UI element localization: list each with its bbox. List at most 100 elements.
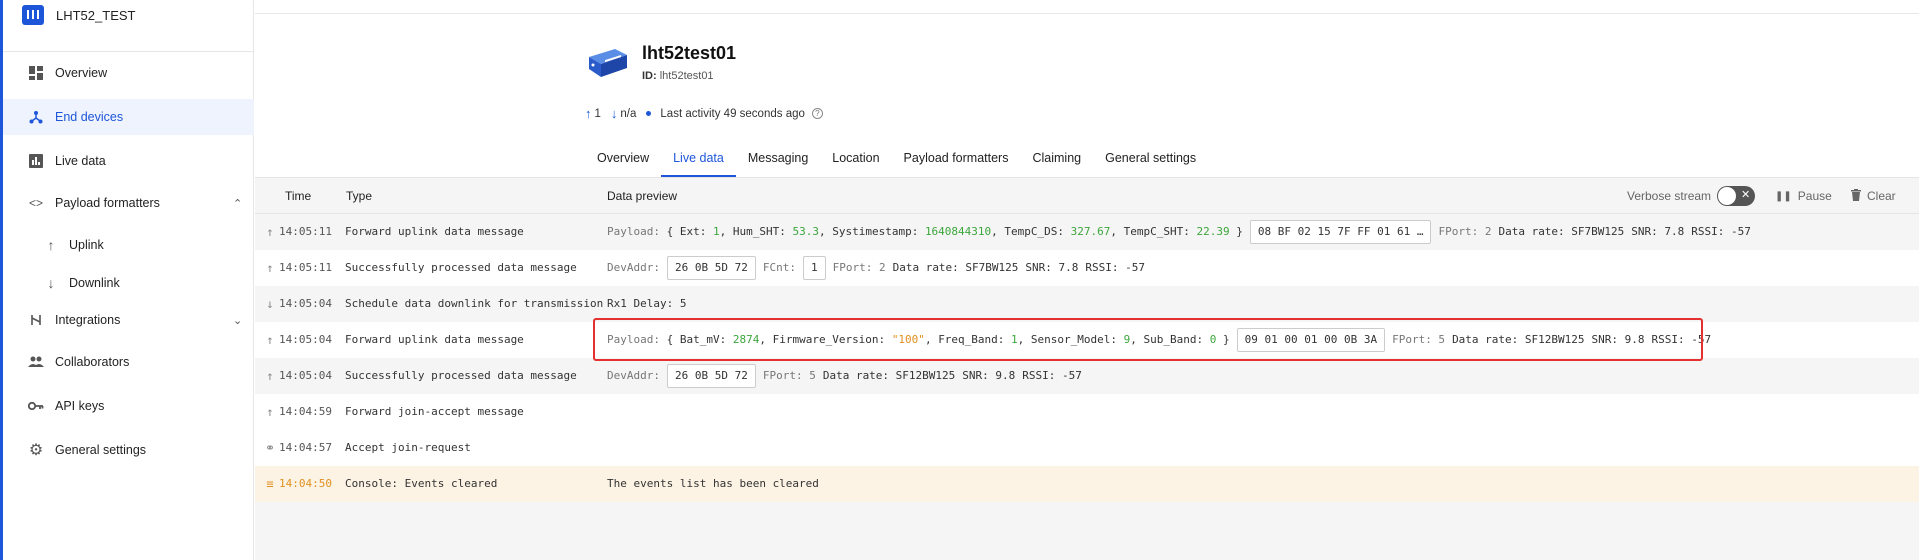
table-row[interactable]: ↓ 14:05:04 Schedule data downlink for tr… xyxy=(255,286,1919,322)
data-rate: Data rate: SF12BW125 xyxy=(1452,333,1585,346)
brace-open: { xyxy=(666,333,674,346)
snr: SNR: 9.8 xyxy=(1591,333,1645,346)
payload-bytes[interactable]: 08 BF 02 15 7F FF 01 61 … xyxy=(1249,220,1432,244)
device-id: ID: lht52test01 xyxy=(642,70,714,82)
fport: FPort: 2 xyxy=(1438,225,1492,238)
payload-bytes[interactable]: 09 01 00 01 00 0B 3A xyxy=(1236,328,1386,352)
field-value: 2874 xyxy=(732,333,760,346)
event-time: 14:04:57 xyxy=(279,441,332,454)
arrow-up-icon: ↑ xyxy=(47,237,55,253)
arrow-up-icon: ↑ xyxy=(266,369,274,383)
table-header: Time Type Data preview Verbose stream ✕ … xyxy=(255,178,1919,214)
table-row[interactable]: ↑ 14:05:11 Successfully processed data m… xyxy=(255,250,1919,286)
last-activity-text: Last activity 49 seconds ago xyxy=(660,107,805,120)
integrations-icon xyxy=(28,312,44,328)
arrow-up-icon: ↑ xyxy=(266,333,274,347)
live-data-table: Time Type Data preview Verbose stream ✕ … xyxy=(255,178,1919,560)
fcnt-label: FCnt: xyxy=(762,261,796,274)
verbose-stream-label: Verbose stream xyxy=(1627,189,1712,203)
help-icon[interactable]: ? xyxy=(811,108,823,119)
device-name: lht52test01 xyxy=(642,43,737,63)
field-key: Bat_mV: xyxy=(679,333,727,346)
data-rate: Data rate: SF12BW125 xyxy=(822,369,956,382)
tab-overview[interactable]: Overview xyxy=(585,141,661,177)
devaddr-value[interactable]: 26 0B 5D 72 xyxy=(666,364,756,388)
tab-live-data[interactable]: Live data xyxy=(661,141,736,177)
tab-messaging[interactable]: Messaging xyxy=(736,141,820,177)
event-time: 14:05:04 xyxy=(279,297,332,310)
arrow-down-icon: ↓ xyxy=(47,275,55,291)
arrow-up-icon: ↑ xyxy=(266,405,274,419)
uplink-stat: ↑ 1 xyxy=(585,106,601,121)
sidebar-item-general-settings[interactable]: ⚙ General settings xyxy=(3,432,254,468)
sidebar-item-label: General settings xyxy=(55,443,147,457)
field-key: Sensor_Model: xyxy=(1030,333,1118,346)
brace-open: { xyxy=(666,225,674,238)
sidebar-item-live-data[interactable]: Live data xyxy=(3,143,254,179)
snr: SNR: 9.8 xyxy=(962,369,1016,382)
rssi: RSSI: -57 xyxy=(1691,225,1751,238)
device-id-label: ID: xyxy=(642,70,657,82)
sidebar-item-label: Downlink xyxy=(69,276,120,290)
event-type: Successfully processed data message xyxy=(345,261,577,274)
event-type: Console: Events cleared xyxy=(345,477,498,490)
sidebar-item-label: Payload formatters xyxy=(55,196,160,210)
device-tabs: Overview Live data Messaging Location Pa… xyxy=(585,141,1208,177)
sidebar-item-end-devices[interactable]: End devices xyxy=(3,99,254,135)
field-key: Systimestamp: xyxy=(832,225,919,238)
sidebar-divider xyxy=(3,51,254,52)
sidebar-item-api-keys[interactable]: API keys xyxy=(3,388,254,424)
code-icon: <> xyxy=(28,196,43,210)
sidebar-item-uplink[interactable]: ↑ Uplink xyxy=(3,227,254,263)
event-type: Schedule data downlink for transmission xyxy=(345,297,604,310)
event-time: 14:05:11 xyxy=(279,261,332,274)
application-icon xyxy=(22,5,44,25)
table-row[interactable]: ↑ 14:05:11 Forward uplink data message P… xyxy=(255,214,1919,250)
tab-payload-formatters[interactable]: Payload formatters xyxy=(892,141,1021,177)
snr: SNR: 7.8 xyxy=(1025,261,1079,274)
field-value: 9 xyxy=(1123,333,1131,346)
sidebar: LHT52_TEST Overview End devices Live dat… xyxy=(3,0,254,560)
fcnt-value[interactable]: 1 xyxy=(802,256,826,280)
gear-icon: ⚙ xyxy=(28,442,44,459)
event-time: 14:05:11 xyxy=(279,225,332,238)
event-preview: Payload: { Ext: 1, Hum_SHT: 53.3, Systim… xyxy=(607,214,1751,250)
table-row[interactable]: ↑ 14:05:04 Forward uplink data message P… xyxy=(255,322,1919,358)
app-title: LHT52_TEST xyxy=(56,7,136,23)
devaddr-value[interactable]: 26 0B 5D 72 xyxy=(666,256,756,280)
rssi: RSSI: -57 xyxy=(1651,333,1712,346)
pause-icon: ❚❚ xyxy=(1775,190,1792,202)
clear-button[interactable]: Clear xyxy=(1851,178,1896,214)
event-type: Forward join-accept message xyxy=(345,405,524,418)
tab-general-settings[interactable]: General settings xyxy=(1093,141,1208,177)
table-row[interactable]: ↑ 14:04:59 Forward join-accept message xyxy=(255,394,1919,430)
verbose-stream-toggle[interactable]: ✕ xyxy=(1717,186,1756,206)
tab-location[interactable]: Location xyxy=(820,141,891,177)
sidebar-item-downlink[interactable]: ↓ Downlink xyxy=(3,265,254,301)
sidebar-item-overview[interactable]: Overview xyxy=(3,55,254,91)
sidebar-item-label: Integrations xyxy=(55,313,121,327)
field-key: Firmware_Version: xyxy=(772,333,886,346)
bar-chart-icon xyxy=(28,153,44,169)
fport: FPort: 5 xyxy=(762,369,816,382)
table-row[interactable]: ↑ 14:05:04 Successfully processed data m… xyxy=(255,358,1919,394)
table-row[interactable]: ⚭ 14:04:57 Accept join-request xyxy=(255,430,1919,466)
app-header[interactable]: LHT52_TEST xyxy=(22,2,135,28)
sidebar-item-collaborators[interactable]: Collaborators xyxy=(3,344,254,380)
close-icon: ✕ xyxy=(1741,189,1751,201)
uplink-count: 1 xyxy=(594,107,601,120)
field-key: Sub_Band: xyxy=(1143,333,1204,346)
device-id-value: lht52test01 xyxy=(659,70,714,82)
tab-claiming[interactable]: Claiming xyxy=(1020,141,1093,177)
pause-button[interactable]: ❚❚ Pause xyxy=(1775,178,1832,214)
last-activity: Last activity 49 seconds ago ? xyxy=(646,107,823,120)
sidebar-item-label: API keys xyxy=(55,399,105,413)
sidebar-item-payload-formatters[interactable]: <> Payload formatters ⌃ xyxy=(3,185,254,221)
toggle-knob xyxy=(1718,187,1737,205)
sidebar-item-integrations[interactable]: Integrations ⌄ xyxy=(3,302,254,338)
column-header-time: Time xyxy=(285,189,312,203)
event-preview: Payload: { Bat_mV: 2874, Firmware_Versio… xyxy=(607,322,1711,358)
field-key: TempC_DS: xyxy=(1004,225,1065,238)
arrow-up-icon: ↑ xyxy=(266,261,274,275)
table-row[interactable]: ≡ 14:04:50 Console: Events cleared The e… xyxy=(255,466,1919,502)
